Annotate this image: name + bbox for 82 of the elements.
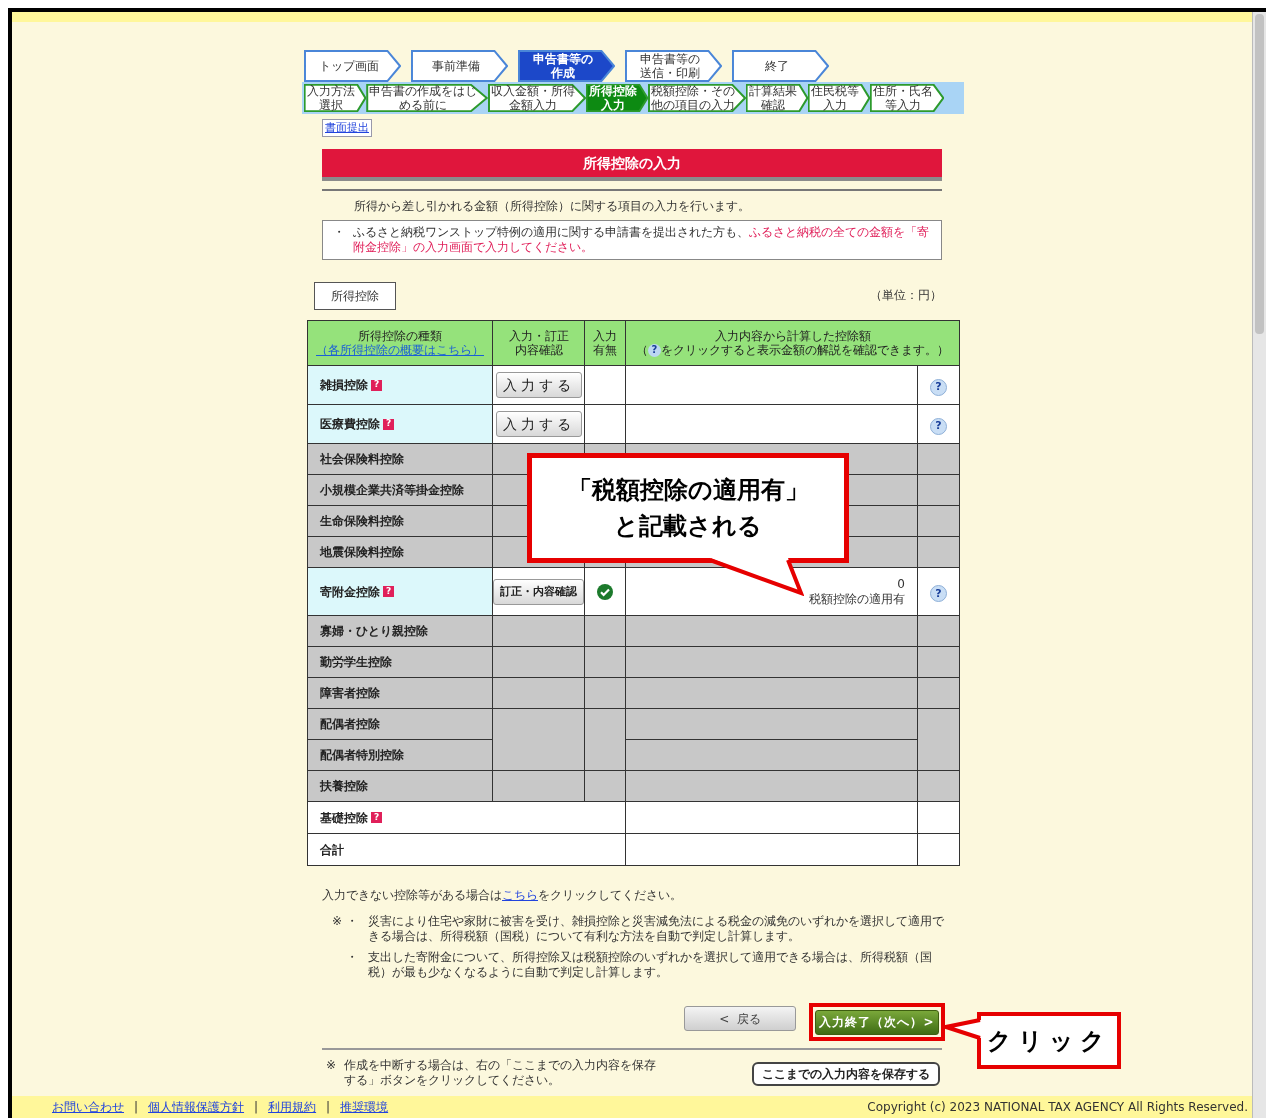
substep-tab[interactable]: 収入金額・所得 金額入力: [488, 84, 586, 112]
step-tab[interactable]: 事前準備: [411, 50, 508, 82]
explanation-icon[interactable]: ?: [930, 378, 947, 396]
copyright-text: Copyright (c) 2023 NATIONAL TAX AGENCY All Rights Reserved.: [867, 1099, 1248, 1116]
here-link[interactable]: こちら: [502, 888, 538, 902]
step-tab[interactable]: 終了: [732, 50, 829, 82]
deduction-name: 障害者控除: [320, 685, 380, 702]
note-text: 支出した寄附金について、所得控除又は税額控除のいずれかを選択して適用できる場合は、所得税額（国税）が最も少なくなるように自動で判定し計算します。: [368, 950, 934, 980]
deduction-name: 寄附金控除: [320, 583, 380, 601]
column-header: 内容確認: [513, 343, 564, 357]
step-tab[interactable]: トップ画面: [304, 50, 401, 82]
callout-text: 「税額控除の適用有」: [567, 475, 809, 506]
help-icon[interactable]: ?: [383, 418, 394, 430]
save-note: 作成を中断する場合は、右の「ここまでの入力内容を保存する」ボタンをクリックしてください。: [344, 1057, 658, 1088]
column-header: 入力・訂正: [507, 329, 570, 343]
note-mark: ※: [332, 914, 343, 930]
footer-link[interactable]: 個人情報保護方針: [148, 1098, 245, 1116]
substep-tab[interactable]: 住所・氏名 等入力: [870, 84, 944, 112]
column-header: 入力: [592, 329, 618, 343]
footer-link[interactable]: お問い合わせ: [52, 1098, 124, 1116]
substep-tab[interactable]: 申告書の作成をはじ める前に: [366, 84, 488, 112]
overview-link[interactable]: （各所得控除の概要はこちら）: [316, 343, 484, 357]
annotation-label: クリック: [977, 1012, 1121, 1069]
separator: |: [326, 1099, 331, 1116]
deduction-name: 小規模企業共済等掛金控除: [320, 482, 464, 499]
deduction-name: 扶養控除: [320, 778, 368, 795]
deduction-name: 寡婦・ひとり親控除: [320, 623, 428, 640]
bullet: ・: [346, 914, 359, 930]
next-button[interactable]: 入力終了（次へ）>: [815, 1009, 939, 1035]
paper-submission-link[interactable]: 書面提出: [322, 119, 372, 137]
help-sentence: 入力できない控除等がある場合はこちら をクリックしてください。: [322, 887, 683, 904]
substep-tab[interactable]: 計算結果 確認: [746, 84, 808, 112]
pointer-arrow: [944, 1017, 981, 1041]
footer-link[interactable]: 推奨環境: [340, 1098, 389, 1116]
amount-note: 税額控除の適用有: [808, 591, 905, 607]
bullet: ・: [346, 950, 359, 966]
hint-text: （: [636, 343, 648, 357]
column-header: 入力内容から計算した控除額: [713, 329, 872, 343]
save-progress-button[interactable]: ここまでの入力内容を保存する: [752, 1061, 940, 1086]
input-button[interactable]: 入力する: [495, 411, 582, 437]
deduction-name: 配偶者特別控除: [320, 747, 404, 764]
help-icon[interactable]: ?: [383, 586, 394, 597]
substep-tab[interactable]: 所得控除 入力: [586, 84, 648, 112]
note-mark: ※: [326, 1057, 337, 1074]
callout-text: と記載される: [614, 511, 762, 542]
notice-text: ふるさと納税ワンストップ特例の適用に関する申請書を提出された方も、ふるさと納税の全ての金額を「寄附金控除」の入力画面で入力してください。: [353, 225, 930, 255]
column-header: 有無: [592, 343, 618, 357]
deduction-name: 勤労学生控除: [320, 654, 392, 671]
deduction-name: 地震保険料控除: [320, 544, 404, 561]
hint-text: をクリックすると表示金額の解説を確認できます。）: [661, 343, 949, 357]
step-tab[interactable]: 申告書等の 作成: [518, 50, 615, 82]
deduction-name: 医療費控除: [320, 416, 380, 433]
bullet: ・: [333, 225, 345, 241]
separator: |: [134, 1099, 139, 1116]
amount-value: 0: [896, 576, 905, 592]
explanation-icon[interactable]: ?: [930, 417, 947, 435]
step-tab[interactable]: 申告書等の 送信・印刷: [625, 50, 722, 82]
input-button[interactable]: 入力する: [495, 372, 582, 398]
substep-tab[interactable]: 住民税等 入力: [808, 84, 870, 112]
deduction-name: 合計: [320, 841, 344, 859]
scrollbar[interactable]: [1252, 12, 1266, 1118]
intro-text: 所得から差し引かれる金額（所得控除）に関する項目の入力を行います。: [354, 198, 751, 215]
help-icon: ?: [648, 343, 661, 357]
note-text: 災害により住宅や家財に被害を受け、雑損控除と災害減免法による税金の減免のいずれかを選択して適用できる場合は、所得税額（国税）について有利な方法を自動で判定し計算します。: [368, 914, 946, 944]
separator: |: [254, 1099, 259, 1116]
input-button[interactable]: 訂正・内容確認: [493, 579, 584, 606]
column-header: 所得控除の種類: [357, 329, 443, 343]
page-title: 所得控除の入力: [322, 149, 942, 181]
footer-link[interactable]: 利用規約: [268, 1098, 317, 1116]
check-icon: [597, 584, 613, 600]
explanation-icon[interactable]: ?: [930, 585, 947, 603]
deduction-name: 社会保険料控除: [320, 451, 404, 468]
substep-tab[interactable]: 税額控除・その 他の項目の入力: [648, 84, 746, 112]
deduction-name: 基礎控除: [320, 809, 368, 827]
substep-tab[interactable]: 入力方法 選択: [304, 84, 366, 112]
deduction-name: 配偶者控除: [320, 716, 380, 733]
help-icon[interactable]: ?: [371, 812, 382, 823]
deduction-name: 生命保険料控除: [320, 513, 404, 530]
deduction-name: 雑損控除: [320, 377, 368, 394]
unit-label: （単位：円）: [870, 287, 942, 304]
back-button[interactable]: < 戻る: [684, 1006, 796, 1031]
help-icon[interactable]: ?: [371, 379, 382, 391]
